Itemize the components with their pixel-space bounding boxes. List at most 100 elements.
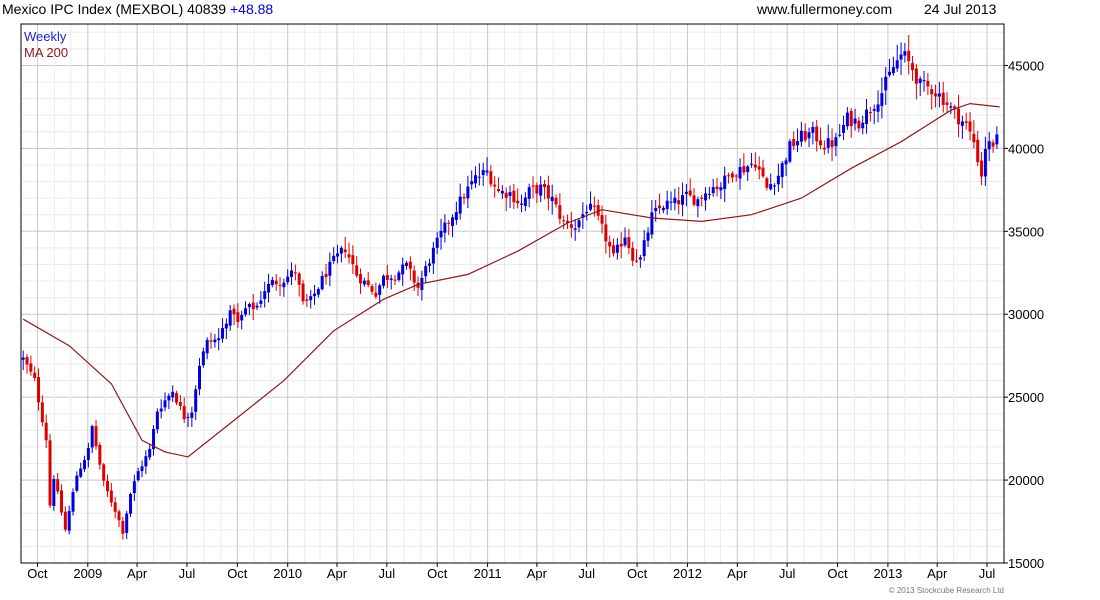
candle-up: [661, 207, 665, 211]
candle-up: [382, 275, 386, 286]
candle-down: [40, 402, 44, 423]
candle-up: [865, 109, 869, 125]
candle-down: [412, 270, 416, 283]
candle-down: [907, 50, 911, 62]
candle-down: [543, 184, 547, 188]
candle-up: [389, 278, 393, 280]
candle-up: [799, 130, 803, 142]
candle-down: [182, 406, 186, 420]
candle-up: [776, 175, 780, 185]
candle-down: [700, 197, 704, 199]
candle-up: [186, 416, 190, 418]
candle-down: [535, 185, 539, 194]
candle-down: [730, 173, 734, 178]
y-tick-label: 45000: [1008, 58, 1044, 73]
candle-down: [293, 272, 297, 274]
candle-up: [903, 51, 907, 56]
candle-down: [359, 274, 363, 284]
candle-up: [454, 212, 458, 220]
y-tick-label: 35000: [1008, 224, 1044, 239]
x-tick-label: Apr: [327, 566, 348, 581]
candle-up: [642, 240, 646, 257]
candle-up: [435, 237, 439, 248]
candle-up: [83, 460, 87, 470]
candle-up: [221, 328, 225, 339]
candle-down: [48, 440, 52, 506]
candle-down: [385, 274, 389, 280]
x-tick-label: Jul: [179, 566, 196, 581]
candle-up: [573, 228, 577, 230]
candle-up: [861, 122, 865, 129]
candle-up: [309, 296, 313, 301]
candle-up: [144, 456, 148, 467]
candle-up: [696, 199, 700, 207]
candle-up: [585, 212, 589, 214]
candle-down: [29, 363, 33, 372]
candle-down: [658, 205, 662, 209]
candle-down: [819, 140, 823, 146]
candle-up: [500, 190, 504, 194]
x-tick-label: Oct: [627, 566, 648, 581]
chart-legend: Weekly MA 200: [24, 29, 68, 61]
candle-down: [677, 200, 681, 205]
y-tick-label: 40000: [1008, 141, 1044, 156]
candle-up: [132, 481, 136, 494]
candle-up: [255, 305, 259, 308]
plot-frame: [20, 23, 1005, 564]
candle-up: [458, 196, 462, 214]
candle-down: [60, 490, 64, 513]
legend-ma200: MA 200: [24, 45, 69, 60]
candle-down: [562, 220, 566, 222]
candle-up: [228, 310, 232, 326]
candle-down: [926, 80, 930, 87]
candle-up: [673, 197, 677, 204]
candle-up: [397, 272, 401, 280]
candle-up: [665, 200, 669, 209]
candle-up: [247, 304, 251, 308]
x-tick-label: Jul: [578, 566, 595, 581]
candle-up: [217, 338, 221, 341]
candle-up: [650, 212, 654, 235]
candle-down: [592, 205, 596, 207]
candle-up: [201, 351, 205, 366]
candle-up: [477, 176, 481, 178]
y-tick-label: 15000: [1008, 556, 1044, 571]
candle-down: [604, 224, 608, 242]
candle-down: [178, 401, 182, 407]
copyright-notice: © 2013 Stockcube Research Ltd: [888, 586, 1004, 595]
x-tick-label: Jul: [379, 566, 396, 581]
candle-up: [328, 261, 332, 276]
candle-up: [263, 291, 267, 299]
candle-up: [431, 247, 435, 264]
candle-up: [654, 207, 658, 212]
candle-up: [52, 479, 56, 506]
candle-down: [612, 245, 616, 254]
candle-down: [635, 260, 639, 262]
candle-up: [339, 247, 343, 254]
candle-up: [880, 93, 884, 106]
candle-up: [876, 104, 880, 112]
candle-up: [895, 60, 899, 69]
candle-up: [474, 175, 478, 184]
candle-down: [830, 140, 834, 147]
x-tick-label: Apr: [127, 566, 148, 581]
candle-down: [546, 185, 550, 199]
candle-up: [481, 169, 485, 176]
candle-up: [987, 141, 991, 150]
candle-down: [209, 340, 213, 342]
candle-down: [627, 237, 631, 248]
x-tick-label: Apr: [527, 566, 548, 581]
candle-down: [815, 126, 819, 142]
candle-up: [67, 511, 71, 531]
candle-up: [362, 280, 366, 285]
candle-down: [343, 249, 347, 253]
candle-up: [244, 308, 248, 315]
candle-down: [822, 147, 826, 150]
candle-down: [374, 292, 378, 297]
x-tick-label: 2011: [474, 566, 502, 581]
candle-up: [320, 276, 324, 290]
candle-down: [715, 186, 719, 190]
candle-down: [25, 356, 29, 365]
candle-down: [355, 265, 359, 276]
candle-up: [949, 106, 953, 108]
